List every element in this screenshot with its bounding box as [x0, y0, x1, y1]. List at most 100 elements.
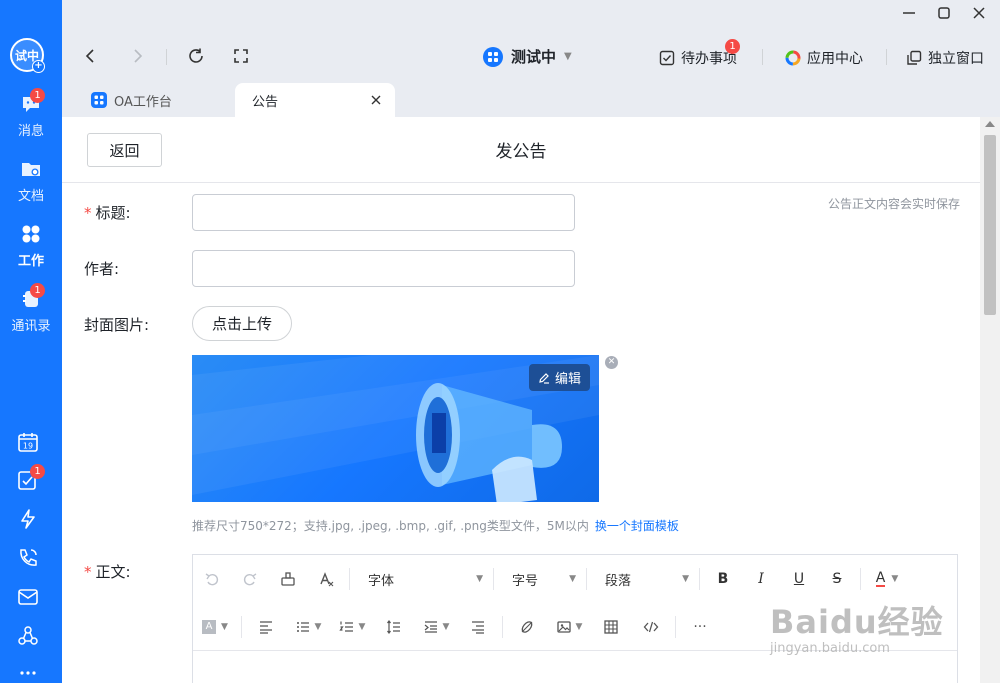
required-mark: *: [84, 563, 92, 581]
cover-image: 编辑: [192, 355, 599, 502]
tab-label: OA工作台: [114, 94, 172, 110]
back-button[interactable]: 返回: [87, 133, 162, 167]
toolbar-divider: [762, 49, 763, 65]
bold-icon[interactable]: B: [704, 565, 742, 593]
forward-arrow-icon[interactable]: [128, 47, 146, 65]
workspace-switcher[interactable]: 测试中 ▼: [483, 46, 572, 67]
scroll-up-icon[interactable]: [985, 121, 995, 127]
numbered-list-icon[interactable]: ▼: [330, 613, 374, 641]
paragraph-label: 段落: [605, 573, 632, 589]
line-height-icon[interactable]: [374, 613, 414, 641]
change-template-link[interactable]: 换一个封面模板: [595, 519, 679, 533]
edit-label: 编辑: [554, 372, 581, 387]
maximize-icon[interactable]: [935, 4, 953, 22]
font-color-icon[interactable]: A ▼: [865, 565, 909, 593]
apps-grid-icon: [22, 225, 40, 243]
app-center-icon: [785, 50, 801, 66]
fullscreen-icon[interactable]: [232, 47, 250, 65]
workspace-name: 测试中: [511, 48, 557, 66]
close-tab-icon[interactable]: [370, 94, 382, 106]
refresh-icon[interactable]: [187, 47, 205, 65]
sidebar-item-docs[interactable]: 文档: [0, 157, 62, 204]
title-input[interactable]: [192, 194, 575, 231]
standalone-window-button[interactable]: 独立窗口: [906, 48, 984, 68]
scroll-thumb[interactable]: [984, 135, 996, 315]
remove-cover-icon[interactable]: ✕: [605, 356, 618, 369]
format-painter-icon[interactable]: [269, 565, 307, 593]
mail-icon[interactable]: [17, 586, 39, 608]
toolbar-divider: [886, 49, 887, 65]
sidebar-item-label: 文档: [17, 189, 44, 204]
edit-cover-button[interactable]: 编辑: [528, 364, 590, 391]
image-icon[interactable]: ▼: [547, 613, 591, 641]
body-label-text: 正文:: [95, 563, 131, 581]
scrollbar[interactable]: [980, 117, 1000, 683]
background-color-icon[interactable]: A ▼: [193, 613, 237, 641]
toolbar-divider: [699, 568, 700, 590]
sidebar-item-work[interactable]: 工作: [0, 222, 62, 269]
toolbar-divider: [241, 615, 242, 638]
toolbar-divider: [349, 568, 350, 590]
paragraph-select[interactable]: 段落 ▼: [591, 565, 695, 593]
code-icon[interactable]: [631, 613, 671, 641]
sidebar-item-label: 通讯录: [11, 319, 51, 334]
toolbar-divider: [675, 615, 676, 638]
italic-icon[interactable]: I: [742, 565, 780, 593]
toolbar-divider: [166, 49, 167, 65]
align-right-icon[interactable]: [458, 613, 498, 641]
phone-call-icon[interactable]: [17, 547, 39, 569]
upload-button[interactable]: 点击上传: [192, 306, 292, 341]
sidebar-item-label: 工作: [17, 254, 44, 269]
undo-icon[interactable]: [193, 565, 231, 593]
table-icon[interactable]: [591, 613, 631, 641]
more-dots-icon[interactable]: [17, 662, 39, 683]
contacts-badge: 1: [30, 283, 45, 298]
required-mark: *: [84, 204, 92, 222]
toolbar-divider: [502, 615, 503, 638]
app-center-button[interactable]: 应用中心: [785, 48, 863, 68]
back-arrow-icon[interactable]: [82, 47, 100, 65]
underline-icon[interactable]: U: [780, 565, 818, 593]
author-field-label: 作者:: [84, 260, 120, 278]
watermark-brand: Baidu经验: [770, 603, 944, 641]
calendar-icon[interactable]: 19: [17, 431, 39, 453]
strikethrough-icon[interactable]: S: [818, 565, 856, 593]
org-share-icon[interactable]: [17, 625, 39, 647]
font-size-label: 字号: [512, 573, 539, 589]
avatar[interactable]: 试中 +: [10, 38, 45, 73]
toolbar-divider: [586, 568, 587, 590]
redo-icon[interactable]: [231, 565, 269, 593]
editor-toolbar-row-1: 字体 ▼ 字号 ▼ 段落 ▼ B I U S A ▼: [193, 555, 957, 603]
more-options-icon[interactable]: ···: [680, 613, 720, 641]
sidebar-item-contacts[interactable]: 1 通讯录: [0, 283, 62, 334]
indent-icon[interactable]: ▼: [414, 613, 458, 641]
tasks-badge: 1: [30, 464, 45, 479]
link-icon[interactable]: [507, 613, 547, 641]
minimize-icon[interactable]: [900, 4, 918, 22]
title-field-label: * 标题:: [84, 202, 131, 223]
font-family-select[interactable]: 字体 ▼: [354, 565, 489, 593]
bullet-list-icon[interactable]: ▼: [286, 613, 330, 641]
sidebar-item-messages[interactable]: 1 消息: [0, 88, 62, 139]
font-family-label: 字体: [368, 573, 395, 589]
add-icon: +: [32, 60, 45, 73]
clear-format-icon[interactable]: [307, 565, 345, 593]
chevron-down-icon: ▼: [569, 574, 576, 584]
pencil-icon: [539, 372, 549, 384]
calendar-day: 19: [23, 442, 33, 451]
sidebar-item-label: 消息: [17, 124, 44, 139]
font-size-select[interactable]: 字号 ▼: [498, 565, 582, 593]
baidu-watermark: Baidu经验 jingyan.baidu.com: [770, 597, 944, 656]
todo-button[interactable]: 待办事项 1: [659, 39, 740, 68]
workbench-icon: [91, 92, 107, 108]
cover-hint-text: 推荐尺寸750*272；支持.jpg, .jpeg, .bmp, .gif, .…: [192, 519, 589, 533]
tab-announcement[interactable]: 公告: [235, 83, 395, 117]
tab-oa-workbench[interactable]: OA工作台: [82, 83, 232, 117]
close-window-icon[interactable]: [970, 4, 988, 22]
align-left-icon[interactable]: [246, 613, 286, 641]
chevron-down-icon: ▼: [682, 574, 689, 584]
workspace-logo-icon: [483, 46, 503, 67]
lightning-icon[interactable]: [17, 508, 39, 530]
page-title: 发公告: [495, 142, 547, 162]
author-input[interactable]: [192, 250, 575, 287]
